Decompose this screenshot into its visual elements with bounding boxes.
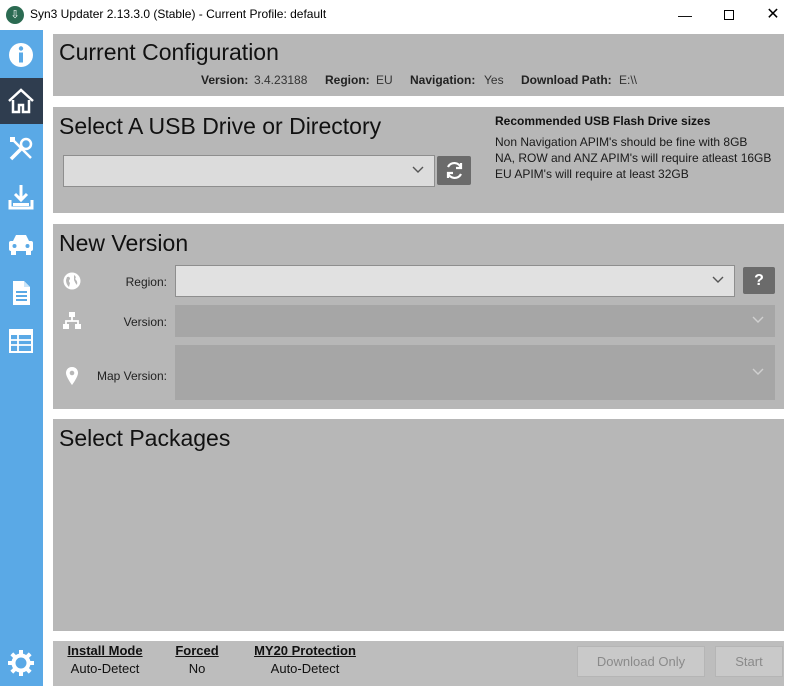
title-bar: Syn3 Updater 2.13.3.0 (Stable) - Current… <box>0 0 795 30</box>
sidebar-item-logs[interactable] <box>0 270 43 316</box>
region-label: Region: <box>325 73 370 87</box>
gear-icon <box>8 650 34 676</box>
table-icon <box>9 329 33 353</box>
download-path-label: Download Path: <box>521 73 612 87</box>
version-dropdown[interactable] <box>175 305 775 337</box>
region-value: EU <box>376 73 393 87</box>
chevron-down-icon <box>712 276 724 283</box>
usb-recommendation-line: Non Navigation APIM's should be fine wit… <box>495 135 748 149</box>
tools-icon <box>9 137 33 161</box>
my20-protection-label: MY20 Protection <box>254 643 356 658</box>
maximize-button[interactable] <box>706 0 752 30</box>
minimize-button[interactable]: — <box>662 0 708 30</box>
home-icon <box>8 88 34 114</box>
my20-protection-value: Auto-Detect <box>270 661 340 676</box>
new-version-panel: New Version Region: ? Version: Map Versi… <box>53 224 784 409</box>
download-path-value: E:\\ <box>619 73 638 87</box>
version-label: Version: <box>201 73 249 87</box>
navigation-value: Yes <box>484 73 504 87</box>
region-dropdown[interactable] <box>175 265 735 297</box>
current-configuration-panel: Current Configuration Version: 3.4.23188… <box>53 34 784 96</box>
navigation-label: Navigation: <box>410 73 476 87</box>
version-value: 3.4.23188 <box>254 73 308 87</box>
download-only-button[interactable]: Download Only <box>577 646 705 677</box>
sidebar <box>0 30 43 686</box>
usb-drive-dropdown[interactable] <box>63 155 435 187</box>
usb-recommendation-line: EU APIM's will require at least 32GB <box>495 167 689 181</box>
sidebar-item-news[interactable] <box>0 318 43 364</box>
refresh-drives-button[interactable] <box>437 156 471 185</box>
map-version-dropdown[interactable] <box>175 345 775 400</box>
chevron-down-icon <box>752 368 764 375</box>
version-label: Version: <box>123 315 167 329</box>
refresh-icon <box>446 161 463 180</box>
maximize-icon <box>724 10 734 20</box>
my20-protection-status: MY20 Protection Auto-Detect <box>249 643 361 676</box>
close-button[interactable]: ✕ <box>750 0 795 30</box>
sidebar-item-downloads[interactable] <box>0 174 43 220</box>
sidebar-item-settings[interactable] <box>0 640 43 686</box>
current-configuration-title: Current Configuration <box>59 39 279 65</box>
sidebar-item-crash[interactable] <box>0 222 43 268</box>
usb-recommendation-line: NA, ROW and ANZ APIM's will require atle… <box>495 151 772 165</box>
sidebar-item-home[interactable] <box>0 78 43 124</box>
chevron-down-icon <box>752 316 764 323</box>
sidebar-item-about[interactable] <box>0 32 43 78</box>
forced-value: No <box>188 661 206 676</box>
usb-selection-title: Select A USB Drive or Directory <box>59 113 382 139</box>
region-label: Region: <box>125 275 167 289</box>
install-mode-status: Install Mode Auto-Detect <box>63 643 147 676</box>
download-icon <box>8 185 34 210</box>
car-icon <box>9 235 33 255</box>
status-footer: Install Mode Auto-Detect Forced No MY20 … <box>53 641 784 686</box>
window-title: Syn3 Updater 2.13.3.0 (Stable) - Current… <box>30 7 327 21</box>
select-packages-panel: Select Packages <box>53 419 784 631</box>
region-help-button[interactable]: ? <box>743 267 775 294</box>
new-version-title: New Version <box>59 230 189 256</box>
usb-selection-panel: Select A USB Drive or Directory Recommen… <box>53 107 784 213</box>
chevron-down-icon <box>412 166 424 173</box>
forced-status: Forced No <box>173 643 221 676</box>
install-mode-value: Auto-Detect <box>70 661 140 676</box>
start-button[interactable]: Start <box>715 646 783 677</box>
app-logo-icon <box>6 6 24 24</box>
select-packages-title: Select Packages <box>59 425 231 451</box>
usb-recommendation-title: Recommended USB Flash Drive sizes <box>495 114 711 128</box>
info-icon <box>9 43 33 67</box>
install-mode-label: Install Mode <box>67 643 143 658</box>
forced-label: Forced <box>175 643 219 658</box>
map-version-label: Map Version: <box>96 369 167 383</box>
document-icon <box>13 281 30 305</box>
sidebar-item-utilities[interactable] <box>0 126 43 172</box>
